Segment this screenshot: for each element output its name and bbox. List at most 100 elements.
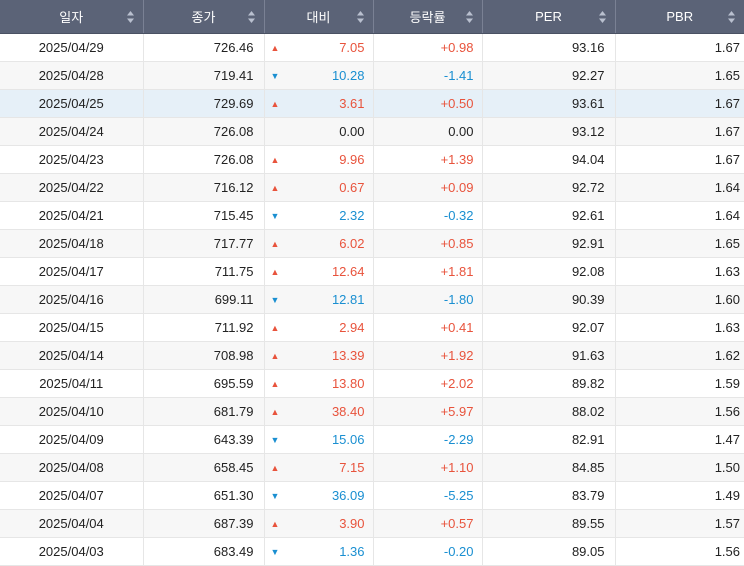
close-price-cell-value: 681.79 [213, 404, 254, 419]
per-cell: 89.05 [482, 537, 616, 566]
change-cell-value: 38.40 [331, 404, 365, 419]
table-row[interactable]: 2025/04/21 715.45 ▼ 2.32 -0.32 92.61 1.64 [0, 201, 744, 230]
table-row[interactable]: 2025/04/08 658.45 ▲ 7.15 +1.10 84.85 1.50 [0, 453, 744, 482]
close-price-cell: 716.12 [143, 173, 265, 202]
change-rate-cell-value: -0.20 [443, 544, 474, 559]
close-price-cell-value: 726.08 [213, 124, 254, 139]
close-price-cell: 717.77 [143, 229, 265, 258]
per-cell: 89.82 [482, 369, 616, 398]
change-cell-value: 1.36 [339, 544, 365, 559]
column-header-diff[interactable]: 대비 [264, 0, 374, 34]
change-rate-cell: -2.29 [373, 425, 483, 454]
pbr-cell: 1.65 [615, 229, 744, 258]
pbr-cell-value: 1.62 [714, 348, 740, 363]
change-rate-cell-value: +2.02 [440, 376, 474, 391]
change-cell: ▲ 3.61 [264, 89, 374, 118]
table-row[interactable]: 2025/04/14 708.98 ▲ 13.39 +1.92 91.63 1.62 [0, 341, 744, 370]
date-cell-value: 2025/04/15 [38, 320, 104, 335]
change-rate-cell: -0.32 [373, 201, 483, 230]
table-row[interactable]: 2025/04/29 726.46 ▲ 7.05 +0.98 93.16 1.67 [0, 33, 744, 62]
pbr-cell: 1.67 [615, 33, 744, 62]
change-rate-cell-value: +0.09 [440, 180, 474, 195]
change-cell: ▲ 9.96 [264, 145, 374, 174]
change-rate-cell-value: +1.92 [440, 348, 474, 363]
change-cell-value: 12.64 [331, 264, 365, 279]
table-row[interactable]: 2025/04/10 681.79 ▲ 38.40 +5.97 88.02 1.56 [0, 397, 744, 426]
column-header-pbr[interactable]: PBR [615, 0, 744, 34]
table-row[interactable]: 2025/04/03 683.49 ▼ 1.36 -0.20 89.05 1.56 [0, 537, 744, 566]
sort-updown-icon[interactable] [598, 10, 606, 24]
per-cell-value: 92.91 [571, 236, 605, 251]
column-header-rate[interactable]: 등락률 [373, 0, 483, 34]
sort-updown-icon[interactable] [126, 10, 134, 24]
sort-updown-icon[interactable] [247, 10, 255, 24]
change-rate-cell-value: +0.41 [440, 320, 474, 335]
triangle-down-icon: ▼ [270, 210, 280, 221]
change-rate-cell-value: -1.41 [443, 68, 474, 83]
table-row[interactable]: 2025/04/25 729.69 ▲ 3.61 +0.50 93.61 1.67 [0, 89, 744, 118]
table-row[interactable]: 2025/04/16 699.11 ▼ 12.81 -1.80 90.39 1.60 [0, 285, 744, 314]
close-price-cell: 699.11 [143, 285, 265, 314]
sort-updown-icon[interactable] [465, 10, 473, 24]
per-cell-value: 92.07 [571, 320, 605, 335]
triangle-up-icon: ▲ [270, 462, 280, 473]
triangle-down-icon: ▼ [270, 294, 280, 305]
triangle-down-icon: ▼ [270, 434, 280, 445]
date-cell-value: 2025/04/24 [38, 124, 104, 139]
change-rate-cell: -1.80 [373, 285, 483, 314]
close-price-cell-value: 711.75 [214, 264, 254, 279]
close-price-cell: 643.39 [143, 425, 265, 454]
per-cell: 92.07 [482, 313, 616, 342]
column-header-label: PER [535, 9, 562, 24]
change-rate-cell: +1.81 [373, 257, 483, 286]
table-row[interactable]: 2025/04/17 711.75 ▲ 12.64 +1.81 92.08 1.63 [0, 257, 744, 286]
date-cell-value: 2025/04/21 [38, 208, 104, 223]
pbr-cell: 1.62 [615, 341, 744, 370]
column-header-per[interactable]: PER [482, 0, 616, 34]
change-cell-value: 7.05 [339, 40, 365, 55]
close-price-cell-value: 715.45 [213, 208, 254, 223]
per-cell-value: 84.85 [571, 460, 605, 475]
per-cell-value: 88.02 [571, 404, 605, 419]
close-price-cell-value: 716.12 [213, 180, 254, 195]
close-price-cell: 651.30 [143, 481, 265, 510]
date-cell: 2025/04/10 [0, 397, 144, 426]
change-cell: ▼ 36.09 [264, 481, 374, 510]
table-row[interactable]: 2025/04/23 726.08 ▲ 9.96 +1.39 94.04 1.67 [0, 145, 744, 174]
change-cell: ▼ 15.06 [264, 425, 374, 454]
table-row[interactable]: 2025/04/18 717.77 ▲ 6.02 +0.85 92.91 1.65 [0, 229, 744, 258]
change-cell-value: 2.32 [339, 208, 365, 223]
change-rate-cell-value: +5.97 [440, 404, 474, 419]
per-cell: 92.61 [482, 201, 616, 230]
table-row[interactable]: 2025/04/28 719.41 ▼ 10.28 -1.41 92.27 1.65 [0, 61, 744, 90]
column-header-date[interactable]: 일자 [0, 0, 144, 34]
column-header-close[interactable]: 종가 [143, 0, 265, 34]
close-price-cell-value: 695.59 [213, 376, 254, 391]
change-rate-cell: +2.02 [373, 369, 483, 398]
sort-updown-icon[interactable] [356, 10, 364, 24]
table-row[interactable]: 2025/04/07 651.30 ▼ 36.09 -5.25 83.79 1.49 [0, 481, 744, 510]
date-cell-value: 2025/04/10 [38, 404, 104, 419]
per-cell-value: 94.04 [571, 152, 605, 167]
sort-updown-icon[interactable] [728, 10, 735, 24]
table-row[interactable]: 2025/04/11 695.59 ▲ 13.80 +2.02 89.82 1.59 [0, 369, 744, 398]
per-cell: 93.61 [482, 89, 616, 118]
column-header-label: PBR [666, 9, 694, 24]
per-cell: 93.16 [482, 33, 616, 62]
table-row[interactable]: 2025/04/15 711.92 ▲ 2.94 +0.41 92.07 1.63 [0, 313, 744, 342]
table-row[interactable]: 2025/04/09 643.39 ▼ 15.06 -2.29 82.91 1.47 [0, 425, 744, 454]
table-row[interactable]: 2025/04/24 726.08 0.00 0.00 93.12 1.67 [0, 117, 744, 146]
table-row[interactable]: 2025/04/04 687.39 ▲ 3.90 +0.57 89.55 1.57 [0, 509, 744, 538]
date-cell-value: 2025/04/03 [38, 544, 104, 559]
pbr-cell-value: 1.63 [714, 320, 740, 335]
pbr-cell-value: 1.60 [714, 292, 740, 307]
change-rate-cell: +1.39 [373, 145, 483, 174]
date-cell-value: 2025/04/04 [38, 516, 104, 531]
triangle-up-icon: ▲ [270, 154, 280, 165]
table-row[interactable]: 2025/04/22 716.12 ▲ 0.67 +0.09 92.72 1.64 [0, 173, 744, 202]
change-rate-cell: +0.09 [373, 173, 483, 202]
column-header-label: 대비 [306, 10, 331, 25]
per-cell-value: 89.55 [571, 516, 605, 531]
date-cell-value: 2025/04/14 [38, 348, 104, 363]
date-cell: 2025/04/21 [0, 201, 144, 230]
